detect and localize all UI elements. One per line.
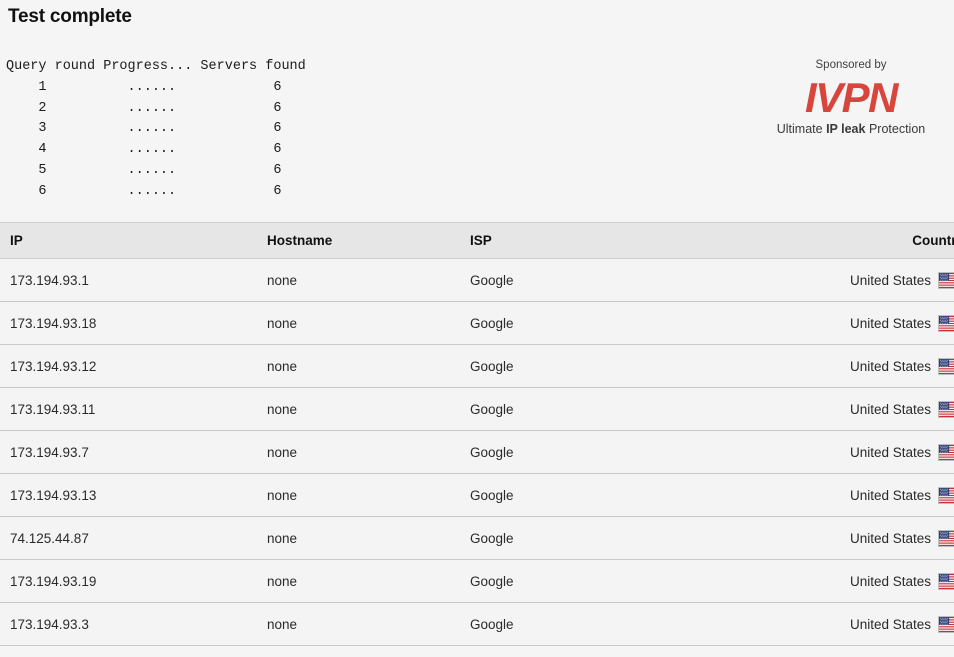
country-name: United States	[849, 358, 931, 374]
column-header-country[interactable]: Country	[790, 222, 954, 259]
country-name: United States	[849, 616, 931, 632]
table-body: 173.194.93.1 none Google United States 173.1…	[0, 258, 954, 646]
sponsor-banner[interactable]: Sponsored by IVPN Ultimate IP leak Prote…	[756, 58, 946, 137]
cell-hostname: none	[267, 559, 470, 603]
table-header: IP Hostname ISP Country	[0, 222, 954, 259]
us-flag-icon	[938, 271, 954, 289]
ivpn-logo: IVPN	[804, 74, 899, 121]
cell-isp: Google	[470, 473, 790, 517]
cell-country: United States	[790, 473, 954, 517]
cell-country: United States	[790, 559, 954, 603]
us-flag-icon	[938, 615, 954, 633]
column-header-ip[interactable]: IP	[0, 222, 267, 259]
cell-hostname: none	[267, 430, 470, 474]
cell-isp: Google	[470, 516, 790, 560]
cell-country: United States	[790, 258, 954, 302]
country-name: United States	[849, 315, 931, 331]
sponsor-tagline-suffix: Protection	[865, 122, 926, 136]
country-name: United States	[849, 444, 931, 460]
sponsor-tagline: Ultimate IP leak Protection	[756, 122, 946, 137]
cell-country: United States	[790, 602, 954, 646]
dns-servers-results-table: IP Hostname ISP Country 173.194.93.1none…	[0, 222, 954, 646]
table-row[interactable]: 173.194.93.19 none Google United States	[0, 559, 954, 603]
cell-country: United States	[790, 387, 954, 431]
page-title: Test complete	[8, 6, 132, 27]
cell-isp: Google	[470, 301, 790, 345]
table-row[interactable]: 173.194.93.13 none Google United States	[0, 473, 954, 517]
table-row[interactable]: 173.194.93.11 none Google United States	[0, 387, 954, 431]
us-flag-icon	[938, 572, 954, 590]
column-header-hostname[interactable]: Hostname	[267, 222, 470, 259]
cell-ip: 74.125.44.87	[0, 516, 267, 560]
cell-hostname: none	[267, 516, 470, 560]
cell-ip: 173.194.93.18	[0, 301, 267, 345]
cell-ip: 173.194.93.3	[0, 602, 267, 646]
sponsor-tagline-bold: IP leak	[826, 122, 866, 136]
table-row[interactable]: 173.194.93.3 none Google United States	[0, 602, 954, 646]
cell-hostname: none	[267, 258, 470, 302]
country-name: United States	[849, 487, 931, 503]
sponsor-tagline-prefix: Ultimate	[776, 122, 827, 136]
country-name: United States	[849, 573, 931, 589]
query-progress-console: Query round Progress... Servers found 1 …	[6, 59, 306, 199]
cell-isp: Google	[470, 387, 790, 431]
us-flag-icon	[938, 357, 954, 375]
cell-country: United States	[790, 344, 954, 388]
cell-isp: Google	[470, 602, 790, 646]
table-row[interactable]: 173.194.93.7 none Google United States	[0, 430, 954, 474]
us-flag-icon	[938, 443, 954, 461]
country-name: United States	[849, 530, 931, 546]
sponsored-by-label: Sponsored by	[815, 59, 887, 71]
cell-isp: Google	[470, 344, 790, 388]
cell-country: United States	[790, 516, 954, 560]
column-header-isp[interactable]: ISP	[470, 222, 790, 259]
table-row[interactable]: 173.194.93.18 none Google United States	[0, 301, 954, 345]
table-row[interactable]: 173.194.93.1 none Google United States	[0, 258, 954, 302]
cell-hostname: none	[267, 387, 470, 431]
cell-ip: 173.194.93.1	[0, 258, 267, 302]
country-name: United States	[849, 272, 931, 288]
us-flag-icon	[938, 314, 954, 332]
cell-hostname: none	[267, 301, 470, 345]
cell-hostname: none	[267, 344, 470, 388]
cell-isp: Google	[470, 559, 790, 603]
cell-ip: 173.194.93.7	[0, 430, 267, 474]
cell-country: United States	[790, 430, 954, 474]
us-flag-icon	[938, 529, 954, 547]
cell-isp: Google	[470, 430, 790, 474]
cell-ip: 173.194.93.19	[0, 559, 267, 603]
cell-ip: 173.194.93.12	[0, 344, 267, 388]
cell-ip: 173.194.93.11	[0, 387, 267, 431]
us-flag-icon	[938, 400, 954, 418]
table-row[interactable]: 173.194.93.12 none Google United States	[0, 344, 954, 388]
us-flag-icon	[938, 486, 954, 504]
cell-ip: 173.194.93.13	[0, 473, 267, 517]
country-name: United States	[849, 401, 931, 417]
cell-hostname: none	[267, 473, 470, 517]
table-row[interactable]: 74.125.44.87 none Google United States	[0, 516, 954, 560]
cell-isp: Google	[470, 258, 790, 302]
cell-country: United States	[790, 301, 954, 345]
table-header-row: IP Hostname ISP Country	[0, 222, 954, 259]
cell-hostname: none	[267, 602, 470, 646]
